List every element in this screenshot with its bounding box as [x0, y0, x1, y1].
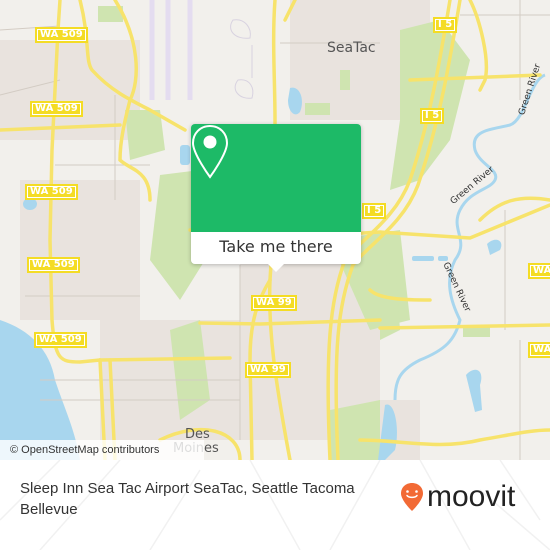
road-shield-wa: WA [528, 263, 550, 279]
popup-arrow [267, 263, 285, 272]
moovit-pin-icon [401, 483, 423, 511]
road-shield-wa509: WA 509 [35, 27, 88, 43]
road-shield-i5: I 5 [362, 203, 387, 219]
road-shield-wa509: WA 509 [27, 257, 80, 273]
road-shield-wa99: WA 99 [251, 295, 297, 311]
road-shield-wa509: WA 509 [34, 332, 87, 348]
footer: Sleep Inn Sea Tac Airport SeaTac, Seattl… [0, 460, 550, 550]
road-shield-wa99: WA 99 [245, 362, 291, 378]
airport-runways [149, 0, 193, 100]
map-attribution[interactable]: © OpenStreetMap contributors [0, 440, 204, 460]
moovit-logo[interactable]: moovit [400, 482, 515, 512]
road-shield-i5: I 5 [420, 108, 445, 124]
road-shield-wa509: WA 509 [25, 184, 78, 200]
map-pin-icon [191, 124, 229, 179]
popup-header [191, 124, 361, 232]
take-me-there-button[interactable]: Take me there [191, 232, 361, 264]
place-label-seatac: SeaTac [327, 40, 376, 56]
moovit-logo-text: moovit [427, 480, 516, 513]
location-popup: Take me there [191, 124, 361, 272]
road-shield-wa509: WA 509 [30, 101, 83, 117]
airport-taxiways [230, 19, 254, 99]
map-view[interactable]: SeaTac Des Moines WA 509 WA 509 WA 509 W… [0, 0, 550, 460]
location-title: Sleep Inn Sea Tac Airport SeaTac, Seattl… [20, 480, 355, 518]
road-shield-i5: I 5 [433, 17, 458, 33]
road-shield-wa: WA [528, 342, 550, 358]
